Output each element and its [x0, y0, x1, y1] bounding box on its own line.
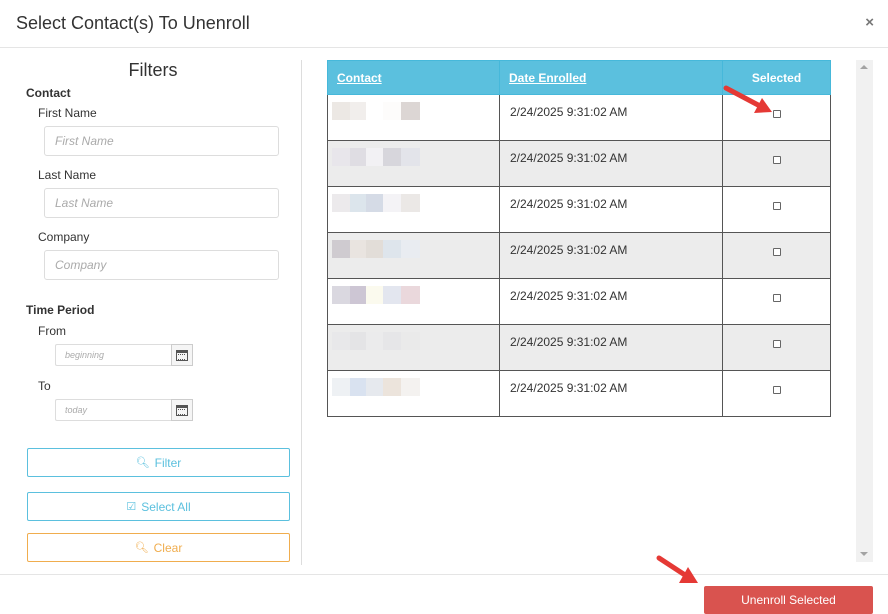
last-name-label: Last Name — [38, 168, 97, 182]
date-enrolled-column-header[interactable]: Date Enrolled — [499, 60, 723, 95]
contact-cell — [327, 232, 500, 279]
selected-cell — [722, 324, 831, 371]
clear-button-label: Clear — [153, 540, 183, 555]
selected-cell — [722, 278, 831, 325]
from-label: From — [38, 324, 66, 338]
unenroll-modal: Select Contact(s) To Unenroll × Filters … — [0, 0, 888, 614]
selected-column-header: Selected — [722, 60, 831, 95]
calendar-icon — [176, 404, 188, 416]
company-label: Company — [38, 230, 90, 244]
search-icon: 🔍︎ — [135, 457, 150, 469]
filters-panel: Filters Contact First Name Last Name Com… — [20, 60, 302, 565]
modal-header: Select Contact(s) To Unenroll × — [0, 0, 888, 48]
select-contact-checkbox[interactable] — [772, 340, 781, 348]
to-date-input[interactable] — [55, 399, 171, 421]
last-name-field[interactable] — [44, 188, 279, 218]
contact-cell — [327, 278, 500, 325]
contact-column-header[interactable]: Contact — [327, 60, 500, 95]
close-icon[interactable]: × — [865, 14, 874, 31]
filter-button-label: Filter — [154, 455, 182, 470]
table-row: 2/24/2025 9:31:02 AM — [327, 324, 831, 371]
from-date-picker — [55, 344, 193, 366]
selected-cell — [722, 232, 831, 279]
date-enrolled-cell: 2/24/2025 9:31:02 AM — [499, 94, 723, 141]
select-contact-checkbox[interactable] — [772, 294, 781, 302]
date-enrolled-sort-link[interactable]: Date Enrolled — [509, 71, 586, 85]
company-field[interactable] — [44, 250, 279, 280]
redacted-contact-name — [332, 102, 499, 120]
select-contact-checkbox[interactable] — [772, 156, 781, 164]
selected-cell — [722, 370, 831, 417]
enrolled-contacts-table: Contact Date Enrolled Selected 2/24/2025… — [327, 60, 831, 417]
to-date-picker — [55, 399, 193, 421]
selected-cell — [722, 140, 831, 187]
time-period-section-title: Time Period — [26, 303, 95, 317]
table-row: 2/24/2025 9:31:02 AM — [327, 140, 831, 187]
redacted-contact-name — [332, 286, 499, 304]
clear-button[interactable]: 🔍︎ Clear — [27, 533, 290, 562]
scroll-down-arrow-icon[interactable] — [860, 552, 868, 556]
redacted-contact-name — [332, 240, 499, 258]
to-calendar-button[interactable] — [171, 399, 193, 421]
table-row: 2/24/2025 9:31:02 AM — [327, 232, 831, 279]
check-square-icon: ☑ — [126, 501, 137, 513]
date-enrolled-cell: 2/24/2025 9:31:02 AM — [499, 370, 723, 417]
selected-cell — [722, 186, 831, 233]
to-label: To — [38, 379, 51, 393]
redacted-contact-name — [332, 194, 499, 212]
select-contact-checkbox[interactable] — [772, 386, 781, 394]
redacted-contact-name — [332, 148, 499, 166]
date-enrolled-cell: 2/24/2025 9:31:02 AM — [499, 140, 723, 187]
table-header-row: Contact Date Enrolled Selected — [327, 60, 831, 95]
first-name-label: First Name — [38, 106, 97, 120]
enrolled-contacts-table-wrap: Contact Date Enrolled Selected 2/24/2025… — [327, 60, 831, 417]
scrollbar[interactable] — [856, 60, 873, 562]
search-icon: 🔍︎ — [134, 542, 149, 554]
filter-button[interactable]: 🔍︎ Filter — [27, 448, 290, 477]
table-row: 2/24/2025 9:31:02 AM — [327, 94, 831, 141]
table-row: 2/24/2025 9:31:02 AM — [327, 186, 831, 233]
scroll-up-arrow-icon[interactable] — [860, 65, 868, 69]
contact-cell — [327, 324, 500, 371]
redacted-contact-name — [332, 378, 499, 396]
unenroll-selected-button[interactable]: Unenroll Selected — [704, 586, 873, 614]
modal-title: Select Contact(s) To Unenroll — [16, 13, 250, 33]
select-all-button[interactable]: ☑ Select All — [27, 492, 290, 521]
redacted-contact-name — [332, 332, 499, 350]
date-enrolled-cell: 2/24/2025 9:31:02 AM — [499, 278, 723, 325]
table-row: 2/24/2025 9:31:02 AM — [327, 278, 831, 325]
select-contact-checkbox[interactable] — [772, 110, 781, 118]
table-row: 2/24/2025 9:31:02 AM — [327, 370, 831, 417]
contact-sort-link[interactable]: Contact — [337, 71, 382, 85]
date-enrolled-cell: 2/24/2025 9:31:02 AM — [499, 232, 723, 279]
contact-cell — [327, 370, 500, 417]
contact-cell — [327, 94, 500, 141]
filters-title: Filters — [128, 60, 178, 80]
contact-cell — [327, 140, 500, 187]
contact-section-title: Contact — [26, 86, 71, 100]
from-calendar-button[interactable] — [171, 344, 193, 366]
calendar-icon — [176, 349, 188, 361]
selected-cell — [722, 94, 831, 141]
date-enrolled-cell: 2/24/2025 9:31:02 AM — [499, 186, 723, 233]
select-contact-checkbox[interactable] — [772, 202, 781, 210]
select-all-button-label: Select All — [141, 499, 191, 514]
contact-cell — [327, 186, 500, 233]
date-enrolled-cell: 2/24/2025 9:31:02 AM — [499, 324, 723, 371]
from-date-input[interactable] — [55, 344, 171, 366]
first-name-field[interactable] — [44, 126, 279, 156]
select-contact-checkbox[interactable] — [772, 248, 781, 256]
